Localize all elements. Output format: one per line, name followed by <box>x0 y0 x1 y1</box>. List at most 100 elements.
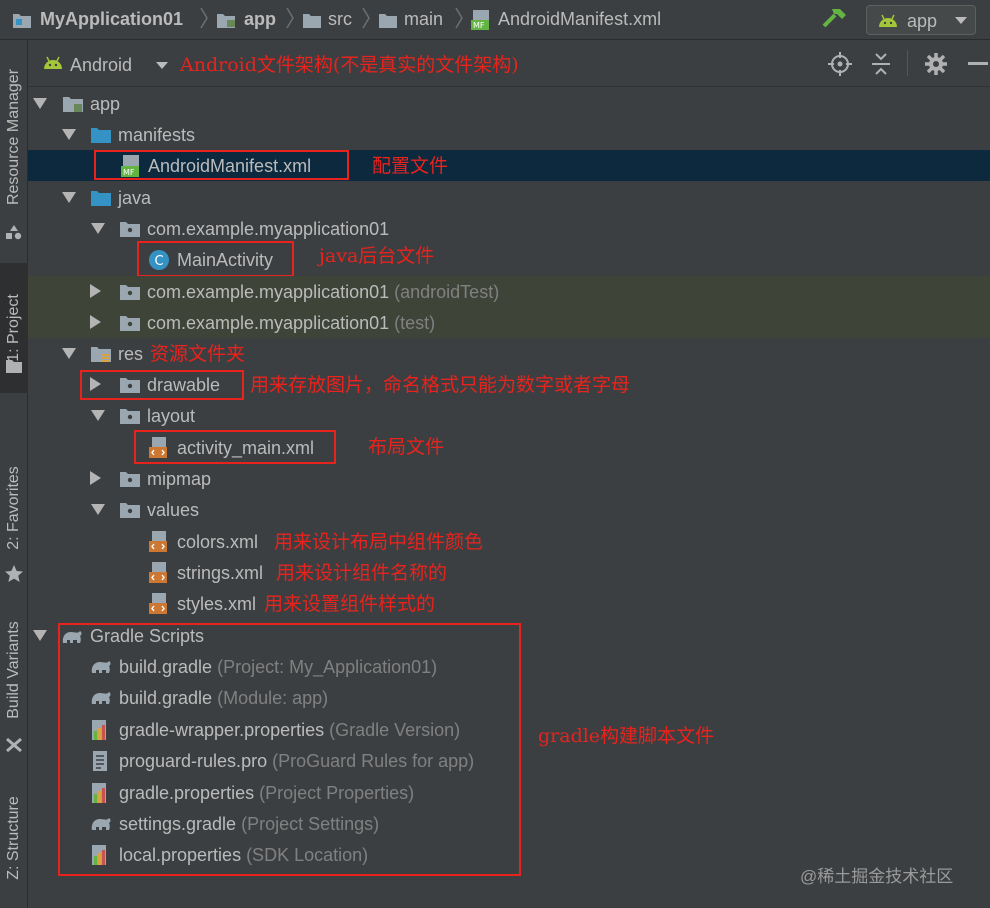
tree-label-res: res <box>118 344 144 364</box>
minimize-icon[interactable] <box>968 62 988 66</box>
collapse-all-icon[interactable] <box>870 52 892 76</box>
folder-icon <box>91 191 111 206</box>
android-icon <box>44 56 62 69</box>
breadcrumb-file[interactable]: AndroidManifest.xml <box>498 9 661 30</box>
tree-label-values: values <box>147 500 200 520</box>
annotation-activity-main: 布局文件 <box>368 436 445 458</box>
chevron-right-icon <box>286 7 294 29</box>
breadcrumb-module[interactable]: app <box>244 9 276 30</box>
project-folder-icon <box>13 14 31 28</box>
annotation-box-drawable <box>80 370 244 400</box>
package-folder-icon <box>120 285 140 300</box>
tree-label-strings: strings.xml <box>177 563 264 583</box>
tree-row-package-test[interactable]: com.example.myapplication01 (test) <box>28 307 990 338</box>
tree-hint-test: (test) <box>394 313 436 333</box>
tab-structure-label: Z: Structure <box>5 796 23 880</box>
breadcrumb-main[interactable]: main <box>404 9 443 30</box>
navigation-bar: MyApplication01 app src main MF AndroidM… <box>0 0 990 40</box>
chevron-right-icon <box>362 7 370 29</box>
tree-row-app[interactable]: app <box>28 88 990 119</box>
chevron-down-icon <box>955 17 967 24</box>
annotation-main-activity: java后台文件 <box>319 245 435 267</box>
tab-favorites[interactable]: 2: Favorites <box>0 448 28 568</box>
annotation-box-gradle <box>58 623 521 876</box>
tab-resource-manager[interactable]: Resource Manager <box>0 52 28 222</box>
folder-icon <box>6 360 22 373</box>
gear-icon[interactable] <box>924 52 948 76</box>
toolbar-divider <box>907 50 908 76</box>
expanded-arrow-icon[interactable] <box>62 129 76 140</box>
tree-row-manifests[interactable]: manifests <box>28 119 990 150</box>
chevron-down-icon[interactable] <box>156 62 168 70</box>
tree-label-colors: colors.xml <box>177 532 259 552</box>
tree-row-strings[interactable]: strings.xml <box>28 557 990 588</box>
annotation-box-manifest <box>94 150 349 180</box>
svg-text:MF: MF <box>473 21 485 30</box>
annotation-manifest: 配置文件 <box>372 155 449 177</box>
folder-icon <box>379 14 397 28</box>
locate-target-icon[interactable] <box>828 52 852 76</box>
left-tool-window-bar: Resource Manager 1: Project 2: Favorites… <box>0 40 28 908</box>
tree-row-java[interactable]: java <box>28 182 990 213</box>
tree-row-package-main[interactable]: com.example.myapplication01 <box>28 213 990 244</box>
annotation-box-activity-main <box>134 430 336 464</box>
annotation-gradle: gradle构建脚本文件 <box>538 725 715 747</box>
star-icon <box>5 565 23 582</box>
tree-label-java: java <box>118 188 152 208</box>
tree-label-layout: layout <box>147 406 196 426</box>
tree-row-colors[interactable]: colors.xml <box>28 526 990 557</box>
collapsed-arrow-icon[interactable] <box>90 471 101 485</box>
expanded-arrow-icon[interactable] <box>91 223 105 234</box>
annotation-box-main-activity <box>137 241 294 277</box>
resource-folder-icon <box>91 347 111 362</box>
tree-row-values[interactable]: values <box>28 494 990 525</box>
chevron-right-icon <box>200 7 208 29</box>
expanded-arrow-icon[interactable] <box>91 504 105 515</box>
build-hammer-icon[interactable] <box>820 6 850 32</box>
watermark: @稀土掘金技术社区 <box>800 867 954 886</box>
annotation-res: 资源文件夹 <box>150 343 246 365</box>
expanded-arrow-icon[interactable] <box>33 98 47 109</box>
tree-label-package-test: com.example.myapplication01 <box>147 313 390 333</box>
tree-label-package-android-test: com.example.myapplication01 <box>147 282 390 302</box>
build-variants-icon <box>6 737 22 753</box>
annotation-colors: 用来设计布局中组件颜色 <box>274 531 484 553</box>
project-view-mode[interactable]: Android <box>70 54 132 76</box>
tree-row-layout[interactable]: layout <box>28 400 990 431</box>
manifest-file-icon: MF <box>471 10 489 30</box>
tree-row-package-android-test[interactable]: com.example.myapplication01 (androidTest… <box>28 276 990 307</box>
folder-icon <box>91 128 111 143</box>
breadcrumb-src[interactable]: src <box>328 9 352 30</box>
tree-label-styles: styles.xml <box>177 594 257 614</box>
tab-build-variants-label: Build Variants <box>5 621 22 719</box>
collapsed-arrow-icon[interactable] <box>90 315 101 329</box>
breadcrumb-project[interactable]: MyApplication01 <box>40 9 183 30</box>
run-configuration-label: app <box>907 11 938 31</box>
collapsed-arrow-icon[interactable] <box>90 284 101 298</box>
tab-structure[interactable]: Z: Structure <box>0 778 28 898</box>
folder-icon <box>303 14 321 28</box>
resource-manager-icon <box>6 225 22 240</box>
run-configuration-dropdown[interactable]: app <box>866 5 976 35</box>
project-toolbar: Android Android文件架构(不是真实的文件架构) <box>28 40 990 87</box>
expanded-arrow-icon[interactable] <box>62 192 76 203</box>
package-folder-icon <box>120 222 140 237</box>
tree-row-styles[interactable]: styles.xml <box>28 588 990 619</box>
expanded-arrow-icon[interactable] <box>62 348 76 359</box>
tree-label-package-main: com.example.myapplication01 <box>147 219 390 239</box>
xml-file-icon <box>149 562 167 583</box>
project-tool-window: Android Android文件架构(不是真实的文件架构) app manif… <box>28 40 990 908</box>
annotation-android-view: Android文件架构(不是真实的文件架构) <box>180 54 519 76</box>
expanded-arrow-icon[interactable] <box>91 410 105 421</box>
expanded-arrow-icon[interactable] <box>33 630 47 641</box>
annotation-strings: 用来设计组件名称的 <box>276 562 448 584</box>
xml-file-icon <box>149 593 167 614</box>
tree-row-mipmap[interactable]: mipmap <box>28 463 990 494</box>
tree-label-manifests: manifests <box>118 125 196 145</box>
chevron-right-icon <box>455 7 463 29</box>
tab-project-label: 1: Project <box>5 294 22 362</box>
android-icon <box>879 14 897 27</box>
tree-label-app: app <box>90 94 121 114</box>
module-folder-icon <box>63 97 83 112</box>
tab-build-variants[interactable]: Build Variants <box>0 605 28 735</box>
